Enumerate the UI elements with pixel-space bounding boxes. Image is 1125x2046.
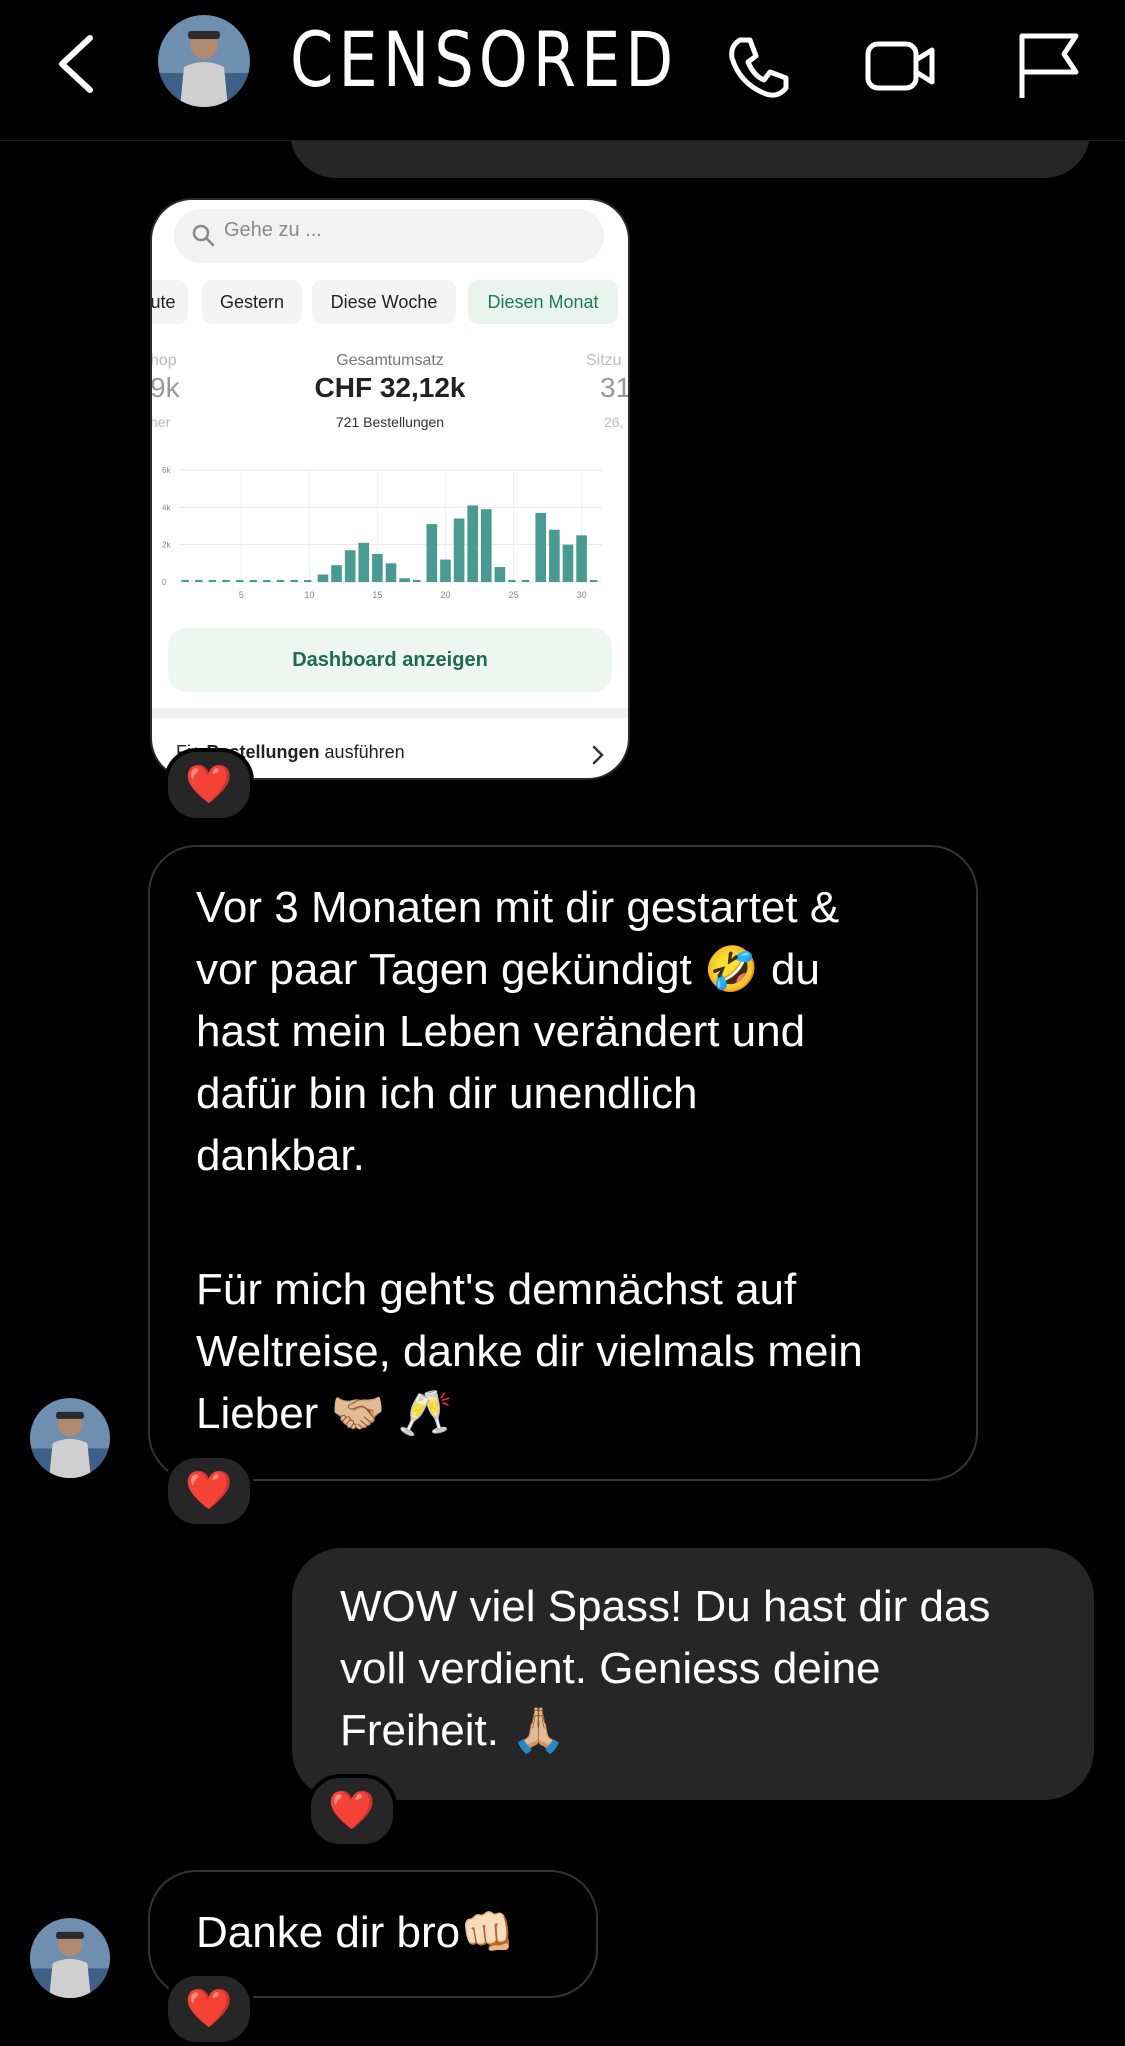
search-icon: [192, 224, 215, 247]
chart-bar: [589, 580, 598, 582]
heart-reaction[interactable]: ❤️: [164, 1972, 254, 2046]
chart-bar: [317, 574, 329, 582]
flag-icon[interactable]: [1010, 26, 1090, 106]
heart-reaction[interactable]: ❤️: [307, 1774, 397, 1848]
dashboard-button: Dashboard anzeigen: [168, 628, 612, 692]
chat-header: CENSORED: [0, 0, 1125, 141]
message-line: dafür bin ich dir unendlich: [196, 1069, 698, 1118]
chart-bar: [426, 524, 438, 582]
message-line: Danke dir bro👊🏻: [196, 1908, 515, 1957]
message-line: voll verdient. Geniess deine: [340, 1644, 881, 1693]
chart-bar: [399, 578, 410, 582]
chart-bar: [358, 542, 370, 582]
chevron-left-icon[interactable]: [50, 28, 106, 100]
received-message-bubble[interactable]: Vor 3 Monaten mit dir gestartet & vor pa…: [148, 845, 978, 1481]
chart-bar: [222, 580, 230, 582]
chevron-right-icon: [592, 745, 604, 765]
heart-reaction[interactable]: ❤️: [164, 1454, 254, 1528]
chart-bar: [195, 580, 203, 582]
tab-chip: Diese Woche: [312, 280, 456, 324]
chart-bar: [440, 559, 451, 582]
video-camera-icon[interactable]: [860, 26, 940, 106]
message-line: hast mein Leben verändert und: [196, 1007, 806, 1056]
chart-bar: [494, 567, 506, 582]
message-line: vor paar Tagen gekündigt 🤣 du: [196, 945, 820, 994]
chart-bar: [453, 518, 465, 582]
sender-avatar[interactable]: [30, 1918, 110, 1998]
metric-sub: 721 Bestellungen: [335, 414, 445, 430]
message-line: Freiheit. 🙏🏼: [340, 1706, 566, 1755]
chart-bar: [344, 550, 356, 582]
message-paragraph: Für mich geht's demnächst auf Weltreise,…: [196, 1259, 863, 1445]
chart-bar: [535, 512, 547, 582]
y-tick-label: 6k: [162, 466, 171, 475]
tab-chip-active: Diesen Monat: [468, 280, 618, 324]
chart-bar: [331, 565, 342, 582]
chart-bar: [208, 580, 217, 582]
message-paragraph: WOW viel Spass! Du hast dir das voll ver…: [340, 1576, 990, 1762]
y-tick-label: 0: [162, 578, 167, 587]
message-line: Weltreise, danke dir vielmals mein: [196, 1327, 863, 1376]
chart-bar: [412, 580, 421, 582]
message-line: dankbar.: [196, 1131, 365, 1180]
y-tick-label: 2k: [162, 541, 171, 550]
message-line: Vor 3 Monaten mit dir gestartet &: [196, 883, 840, 932]
chart-bar: [249, 580, 257, 582]
revenue-bar-chart: 0 2k 4k 6k 5 10 15 20 25 30: [162, 466, 602, 600]
chart-bar: [372, 554, 383, 582]
metric-right-sub: 26,: [604, 414, 624, 430]
chart-bar: [181, 580, 189, 582]
metric-right-value: 31: [600, 372, 630, 403]
message-paragraph: Vor 3 Monaten mit dir gestartet & vor pa…: [196, 877, 839, 1187]
x-tick-label: 5: [239, 590, 244, 600]
message-line: Für mich geht's demnächst auf: [196, 1265, 797, 1314]
message-line: Lieber 🤝🏼 🥂: [196, 1389, 453, 1438]
chart-bar: [290, 580, 298, 582]
x-tick-label: 30: [577, 590, 587, 600]
contact-name[interactable]: CENSORED: [290, 12, 678, 108]
chart-bar: [235, 580, 244, 582]
x-tick-label: 15: [372, 590, 382, 600]
tab-chip: Gestern: [202, 280, 302, 324]
search-placeholder: Gehe zu ...: [224, 219, 322, 241]
x-tick-label: 25: [509, 590, 519, 600]
metric-label: Gesamtumsatz: [336, 352, 444, 369]
chart-bar: [276, 580, 285, 582]
metric-right-label: Sitzu: [586, 352, 622, 369]
chart-bar: [467, 505, 478, 582]
metric-value: CHF 32,12k: [314, 372, 466, 403]
x-tick-label: 10: [304, 590, 314, 600]
footer-rest: ausführen: [319, 742, 405, 762]
phone-icon[interactable]: [718, 26, 798, 106]
contact-avatar[interactable]: [158, 15, 250, 107]
shared-image-message[interactable]: Gehe zu ... ute Gestern Diese Woche Dies…: [150, 198, 630, 780]
tab-chip: ute: [152, 280, 188, 324]
x-tick-label: 20: [440, 590, 450, 600]
message-line: WOW viel Spass! Du hast dir das: [340, 1582, 991, 1631]
chart-bar: [576, 535, 587, 582]
chart-bar: [562, 544, 574, 582]
divider: [152, 708, 628, 718]
heart-reaction[interactable]: ❤️: [164, 748, 254, 822]
chart-bar: [480, 509, 492, 582]
chart-bar: [263, 580, 271, 582]
chart-bar: [549, 529, 560, 582]
chart-bar: [521, 580, 530, 582]
chart-bar: [385, 563, 397, 582]
y-tick-label: 4k: [162, 503, 171, 512]
chart-bar: [508, 580, 516, 582]
sent-message-bubble[interactable]: WOW viel Spass! Du hast dir das voll ver…: [292, 1548, 1094, 1800]
chart-bar: [304, 580, 312, 582]
sender-avatar[interactable]: [30, 1398, 110, 1478]
